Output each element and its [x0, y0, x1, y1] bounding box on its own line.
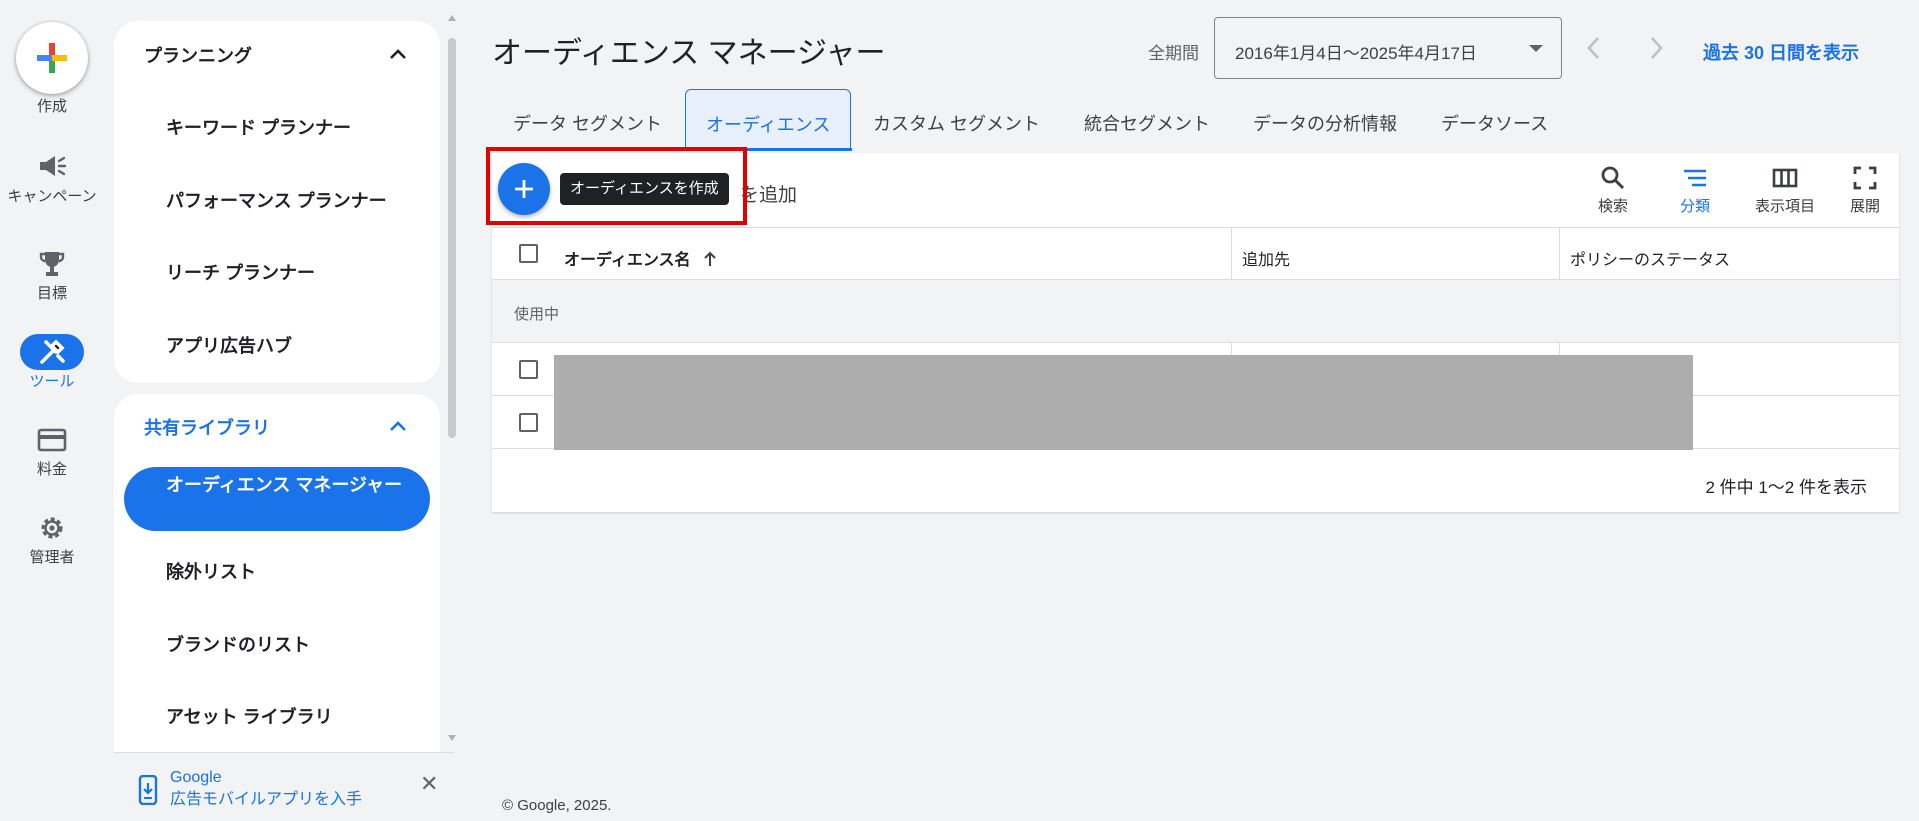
- megaphone-icon[interactable]: [32, 150, 72, 182]
- select-all-checkbox[interactable]: [519, 244, 538, 263]
- nav-item-app-ad-hub[interactable]: アプリ広告ハブ: [166, 332, 292, 358]
- copyright-footer: © Google, 2025.: [502, 797, 612, 814]
- rail-item-goals[interactable]: 目標: [0, 285, 104, 303]
- promo-text[interactable]: Google 広告モバイルアプリを入手: [170, 767, 362, 811]
- column-policy-status[interactable]: ポリシーのステータス: [1570, 246, 1730, 270]
- pagination-summary: 2 件中 1〜2 件を表示: [1705, 478, 1867, 497]
- table-header: オーディエンス名 追加先 ポリシーのステータス: [492, 227, 1899, 280]
- mobile-app-promo[interactable]: Google 広告モバイルアプリを入手 ✕: [114, 752, 454, 821]
- gear-icon[interactable]: [32, 512, 72, 544]
- columns-tool[interactable]: 表示項目: [1742, 165, 1828, 216]
- nav-item-keyword-planner[interactable]: キーワード プランナー: [166, 114, 351, 140]
- credit-card-icon[interactable]: [32, 424, 72, 456]
- plus-multicolor-icon: [37, 43, 67, 73]
- tools-icon[interactable]: [20, 334, 84, 370]
- planning-header[interactable]: プランニング: [144, 42, 252, 68]
- nav-item-performance-planner[interactable]: パフォーマンス プランナー: [166, 187, 387, 213]
- nav-item-asset-library[interactable]: アセット ライブラリ: [166, 703, 333, 729]
- promo-line-2: 広告モバイルアプリを入手: [170, 791, 363, 808]
- mobile-phone-icon: [138, 775, 158, 805]
- rail-item-campaigns[interactable]: キャンペーン: [0, 188, 104, 206]
- period-label: 全期間: [1148, 44, 1199, 63]
- tab-custom-segments[interactable]: カスタム セグメント: [873, 110, 1040, 136]
- rail-item-tools[interactable]: ツール: [0, 373, 104, 391]
- date-range-select[interactable]: 2016年1月4日〜2025年4月17日: [1214, 17, 1562, 79]
- column-divider: [1559, 227, 1560, 280]
- tab-data-sources[interactable]: データソース: [1441, 110, 1548, 136]
- chevron-up-icon[interactable]: [386, 415, 410, 439]
- rail-item-billing[interactable]: 料金: [0, 461, 104, 479]
- shared-library-header[interactable]: 共有ライブラリ: [144, 414, 270, 440]
- expand-tool[interactable]: 展開: [1830, 165, 1900, 216]
- tab-audiences[interactable]: オーディエンス: [685, 89, 852, 151]
- columns-tool-label: 表示項目: [1754, 198, 1815, 215]
- promo-line-1: Google: [170, 769, 222, 786]
- last-30-days-link[interactable]: 過去 30 日間を表示: [1703, 39, 1859, 65]
- fullscreen-icon: [1853, 166, 1877, 190]
- group-row-in-use: 使用中: [492, 280, 1899, 343]
- tab-combined-segments[interactable]: 統合セグメント: [1084, 110, 1210, 136]
- highlight-box: [486, 147, 747, 225]
- segment-tool-label: 分類: [1679, 198, 1710, 215]
- search-icon: [1601, 166, 1625, 190]
- sort-ascending-icon: [704, 251, 716, 266]
- page-title: オーディエンス マネージャー: [492, 37, 886, 70]
- close-icon[interactable]: ✕: [420, 771, 438, 797]
- columns-icon: [1772, 168, 1798, 188]
- scroll-up-arrow-icon[interactable]: [447, 14, 457, 22]
- nav-item-exclusion-lists[interactable]: 除外リスト: [166, 558, 256, 584]
- dropdown-arrow-icon: [1529, 45, 1543, 52]
- redacted-content: [554, 355, 1693, 450]
- search-tool[interactable]: 検索: [1578, 165, 1648, 216]
- chevron-up-icon[interactable]: [386, 43, 410, 67]
- add-audience-text[interactable]: を追加: [740, 180, 797, 207]
- group-label: 使用中: [514, 306, 560, 323]
- planning-section: プランニング キーワード プランナー パフォーマンス プランナー リーチ プラン…: [114, 21, 440, 383]
- create-button[interactable]: [16, 22, 88, 94]
- segment-tool[interactable]: 分類: [1660, 165, 1730, 216]
- create-label: 作成: [36, 98, 67, 115]
- nav-item-brand-lists[interactable]: ブランドのリスト: [166, 631, 310, 657]
- shared-library-section: 共有ライブラリ オーディエンス マネージャー 除外リスト ブランドのリスト アセ…: [114, 394, 440, 752]
- previous-period-icon[interactable]: [1582, 34, 1606, 62]
- scroll-down-arrow-icon[interactable]: [447, 734, 457, 742]
- left-rail: 作成 キャンペーン 目標 ツール 料金 管理者: [0, 0, 104, 821]
- rail-item-admin[interactable]: 管理者: [0, 549, 104, 567]
- expand-tool-label: 展開: [1849, 198, 1880, 215]
- row-checkbox[interactable]: [519, 413, 538, 432]
- tab-data-insights[interactable]: データの分析情報: [1253, 110, 1397, 136]
- filter-icon: [1684, 169, 1706, 187]
- nav-item-audience-manager[interactable]: オーディエンス マネージャー: [124, 467, 430, 531]
- tab-data-segments[interactable]: データ セグメント: [513, 110, 662, 136]
- row-checkbox[interactable]: [519, 360, 538, 379]
- sidenav-scroll-thumb[interactable]: [448, 38, 456, 438]
- next-period-icon[interactable]: [1644, 34, 1668, 62]
- date-range-value: 2016年1月4日〜2025年4月17日: [1235, 44, 1477, 63]
- column-divider: [1231, 227, 1232, 280]
- column-added-to[interactable]: 追加先: [1242, 246, 1290, 270]
- column-audience-name[interactable]: オーディエンス名: [564, 246, 717, 270]
- trophy-icon[interactable]: [32, 248, 72, 280]
- column-audience-name-label: オーディエンス名: [564, 252, 691, 269]
- search-tool-label: 検索: [1597, 198, 1628, 215]
- nav-item-reach-planner[interactable]: リーチ プランナー: [166, 259, 315, 285]
